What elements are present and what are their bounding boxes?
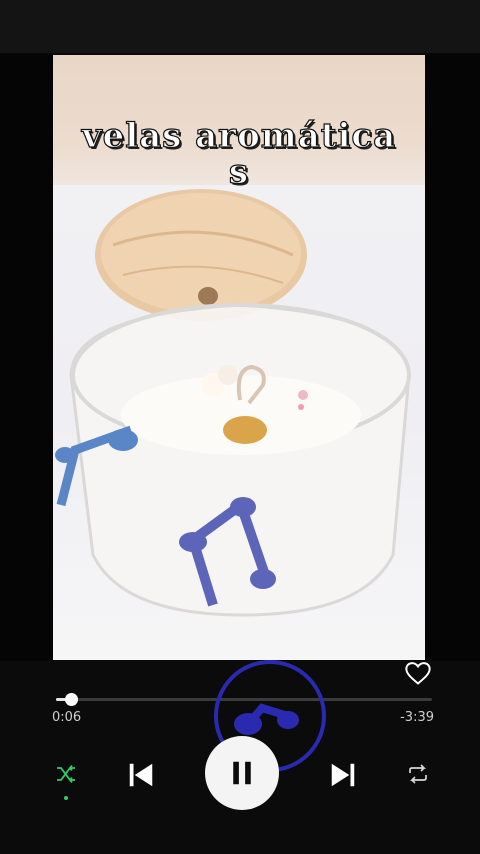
left-letterbox <box>0 53 53 661</box>
previous-button[interactable] <box>122 756 160 794</box>
skip-next-icon <box>331 763 355 787</box>
repeat-button[interactable] <box>402 758 434 790</box>
next-button[interactable] <box>324 756 362 794</box>
gold-flakes <box>223 416 267 444</box>
pause-button[interactable] <box>205 736 279 810</box>
skip-previous-icon <box>129 763 153 787</box>
lid-knob <box>198 287 218 305</box>
right-letterbox <box>425 53 480 661</box>
remaining-time: -3:39 <box>400 710 434 725</box>
progress-knob[interactable] <box>65 693 79 706</box>
shuffle-icon <box>57 764 75 784</box>
status-bar-area <box>0 0 480 53</box>
pause-icon <box>233 761 251 785</box>
shuffle-active-dot <box>64 796 68 800</box>
repeat-icon <box>409 764 427 784</box>
glass-jar <box>69 303 411 617</box>
shuffle-button[interactable] <box>50 758 82 790</box>
like-heart-icon[interactable] <box>404 659 432 687</box>
video-title-overlay: velas aromáticas <box>81 116 397 192</box>
elapsed-time: 0:06 <box>52 710 82 725</box>
